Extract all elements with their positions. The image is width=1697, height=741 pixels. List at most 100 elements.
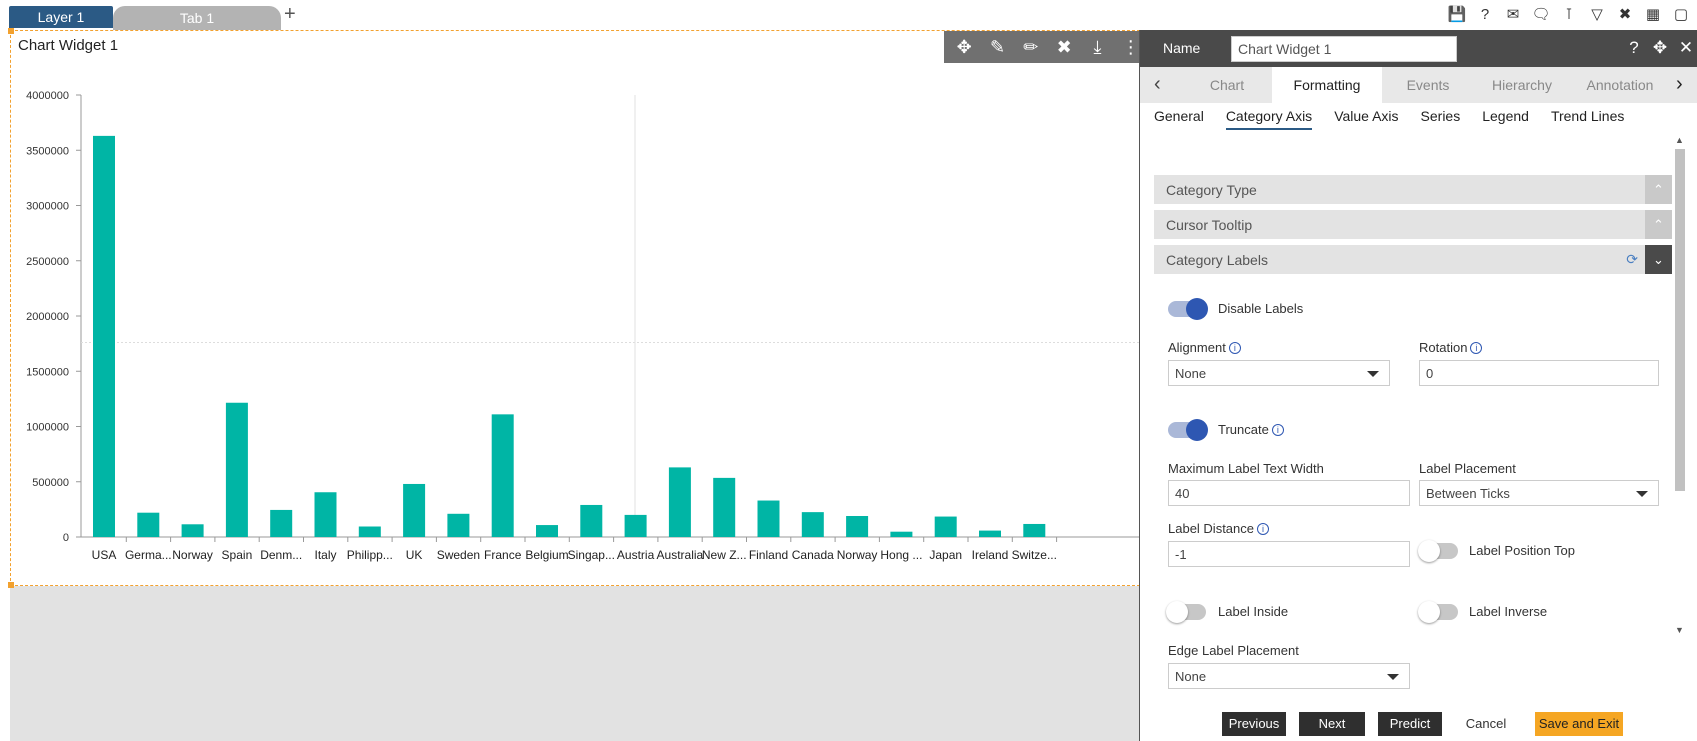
bar	[181, 524, 204, 537]
scrollbar-thumb[interactable]	[1675, 149, 1685, 491]
label-position-top-toggle[interactable]	[1418, 540, 1458, 562]
edge-label-placement-select[interactable]: None	[1168, 663, 1410, 689]
rotation-label: Rotation i	[1419, 340, 1483, 355]
tab-layer-1[interactable]: Layer 1	[9, 6, 113, 28]
add-tab-button[interactable]: +	[284, 3, 296, 26]
sub-tabs: General Category Axis Value Axis Series …	[1154, 108, 1646, 130]
section-title: Cursor Tooltip	[1166, 217, 1253, 233]
edit-icon[interactable]: ✏	[1021, 37, 1041, 58]
bar	[979, 530, 1001, 537]
save-and-exit-button[interactable]: Save and Exit	[1535, 712, 1623, 736]
panel-scrollbar[interactable]: ▲ ▼	[1672, 135, 1686, 640]
x-tick-label: USA	[92, 548, 117, 562]
draw-icon[interactable]: ✎	[987, 37, 1007, 58]
label-distance-input[interactable]: -1	[1168, 541, 1410, 567]
close-icon[interactable]: ✕	[1676, 38, 1696, 58]
previous-button[interactable]: Previous	[1222, 712, 1286, 736]
bar	[668, 467, 691, 537]
rotation-input[interactable]: 0	[1419, 360, 1659, 386]
name-input[interactable]: Chart Widget 1	[1231, 36, 1457, 62]
chevron-down-icon[interactable]: ⌄	[1645, 245, 1672, 274]
dropdown-caret-icon	[1636, 491, 1648, 497]
max-label-width-input[interactable]: 40	[1168, 480, 1410, 506]
subtab-value-axis[interactable]: Value Axis	[1334, 108, 1398, 130]
section-category-type[interactable]: Category Type ⌃	[1154, 175, 1672, 204]
bar	[846, 516, 869, 537]
x-tick-label: Germa...	[125, 548, 172, 562]
bar	[225, 402, 248, 537]
chevron-up-icon[interactable]: ⌃	[1645, 175, 1672, 204]
cancel-button[interactable]: Cancel	[1455, 712, 1517, 736]
filter-clear-icon[interactable]: ⊺	[1559, 6, 1579, 24]
tab-hierarchy[interactable]: Hierarchy	[1474, 67, 1570, 103]
scroll-up-icon[interactable]: ▲	[1675, 135, 1684, 145]
save-icon[interactable]: 💾	[1447, 6, 1467, 24]
tab-events[interactable]: Events	[1382, 67, 1474, 103]
alignment-label: Alignment i	[1168, 340, 1241, 355]
label-inverse-toggle[interactable]	[1418, 601, 1458, 623]
bar	[137, 512, 160, 537]
subtab-trend-lines[interactable]: Trend Lines	[1551, 108, 1624, 130]
comment-icon[interactable]: 🗨	[1531, 6, 1551, 24]
y-tick-label: 2500000	[26, 256, 69, 268]
label-placement-select[interactable]: Between Ticks	[1419, 480, 1659, 506]
table-icon[interactable]: ▦	[1643, 6, 1663, 24]
download-icon[interactable]: ⤓	[1087, 37, 1107, 58]
tools-icon[interactable]: ✖	[1615, 6, 1635, 24]
subtab-series[interactable]: Series	[1421, 108, 1461, 130]
tab-formatting[interactable]: Formatting	[1272, 67, 1382, 103]
chevron-up-icon[interactable]: ⌃	[1645, 210, 1672, 239]
formatting-options: Category Type ⌃ Cursor Tooltip ⌃ Categor…	[1154, 145, 1672, 722]
label-placement-label: Label Placement	[1419, 461, 1516, 476]
subtab-legend[interactable]: Legend	[1482, 108, 1529, 130]
tab-annotation[interactable]: Annotation	[1570, 67, 1670, 103]
y-tick-label: 3000000	[26, 201, 69, 213]
refresh-icon[interactable]: ⟳	[1626, 251, 1638, 268]
tab-chart[interactable]: Chart	[1182, 67, 1272, 103]
disable-labels-toggle[interactable]	[1168, 298, 1208, 320]
settings-icon[interactable]: ✖	[1054, 37, 1074, 58]
tab-1[interactable]: Tab 1	[113, 6, 281, 30]
info-icon[interactable]: i	[1257, 523, 1269, 535]
scroll-down-icon[interactable]: ▼	[1675, 625, 1684, 635]
more-icon[interactable]: ⋮	[1121, 37, 1141, 58]
filter-icon[interactable]: ▽	[1587, 6, 1607, 24]
x-tick-label: Hong ...	[880, 548, 922, 562]
y-tick-label: 3500000	[26, 145, 69, 157]
section-category-labels[interactable]: Category Labels ⟳ ⌄	[1154, 245, 1672, 274]
subtab-category-axis[interactable]: Category Axis	[1225, 108, 1313, 130]
info-icon[interactable]: i	[1470, 342, 1483, 354]
chevron-left-icon[interactable]: ‹	[1154, 73, 1161, 96]
x-tick-label: Finland	[749, 548, 788, 562]
tab-bar: Layer 1 Tab 1 + 💾 ? ✉ 🗨 ⊺ ▽ ✖ ▦ ▢	[0, 0, 1697, 30]
main-tabs: ‹ Chart Formatting Events Hierarchy Anno…	[1140, 67, 1697, 103]
x-tick-label: Denm...	[260, 548, 302, 562]
alignment-select[interactable]: None	[1168, 360, 1390, 386]
subtab-general[interactable]: General	[1154, 108, 1204, 130]
x-tick-label: Spain	[222, 548, 253, 562]
move-icon[interactable]: ✥	[1650, 38, 1670, 58]
next-button[interactable]: Next	[1299, 712, 1365, 736]
monitor-icon[interactable]: ▢	[1671, 6, 1691, 24]
help-icon[interactable]: ?	[1475, 6, 1495, 24]
name-label: Name	[1163, 40, 1201, 56]
bar	[624, 514, 647, 537]
x-tick-label: Austria	[617, 548, 655, 562]
x-tick-label: Japan	[929, 548, 962, 562]
chart-widget[interactable]: Chart Widget 1 ✥ ✎ ✏ ✖ ⤓ ⋮ 0 500000 100000…	[8, 28, 1141, 588]
section-cursor-tooltip[interactable]: Cursor Tooltip ⌃	[1154, 210, 1672, 239]
truncate-toggle[interactable]	[1168, 419, 1208, 441]
move-icon[interactable]: ✥	[954, 37, 974, 58]
info-icon[interactable]: i	[1271, 424, 1284, 436]
x-tick-label: Norway	[172, 548, 213, 562]
chevron-right-icon[interactable]: ›	[1676, 73, 1683, 96]
resize-handle[interactable]	[8, 28, 14, 34]
bar	[934, 516, 957, 537]
x-tick-label: France	[484, 548, 522, 562]
predict-button[interactable]: Predict	[1378, 712, 1442, 736]
y-tick-label: 2000000	[26, 311, 69, 323]
mail-icon[interactable]: ✉	[1503, 6, 1523, 24]
label-inside-toggle[interactable]	[1166, 601, 1206, 623]
help-icon[interactable]: ?	[1624, 38, 1644, 58]
info-icon[interactable]: i	[1228, 342, 1241, 354]
